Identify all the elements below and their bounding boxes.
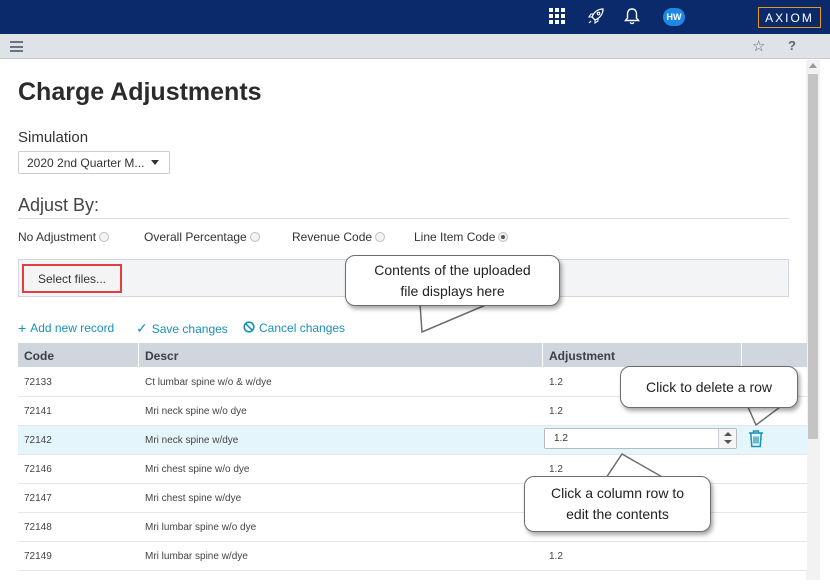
cell-descr: Mri chest spine w/o dye: [145, 464, 250, 475]
option-line-item-code[interactable]: Line Item Code: [414, 230, 509, 244]
cell-code: 72149: [24, 551, 52, 562]
cell-code: 72133: [24, 377, 52, 388]
cell-descr: Mri chest spine w/dye: [145, 493, 242, 504]
simulation-label: Simulation: [18, 129, 89, 146]
option-label: Line Item Code: [414, 230, 496, 244]
add-new-record-label: Add new record: [30, 321, 115, 335]
option-label: No Adjustment: [18, 230, 97, 244]
cell-descr: Mri neck spine w/o dye: [145, 406, 247, 417]
apps-grid-icon[interactable]: [546, 5, 568, 27]
cell-code: 72142: [24, 435, 52, 446]
numeric-spinner[interactable]: [718, 429, 736, 448]
toolbar: ☆ ?: [0, 34, 830, 59]
radio-button[interactable]: [375, 232, 386, 242]
scroll-up-arrow-icon[interactable]: [809, 63, 817, 68]
radio-button[interactable]: [99, 232, 110, 242]
add-new-record-button[interactable]: + Add new record: [18, 320, 114, 336]
option-label: Overall Percentage: [144, 230, 247, 244]
spin-down-icon[interactable]: [724, 440, 732, 444]
callout-upload-line1: Contents of the uploaded: [374, 262, 531, 278]
user-avatar[interactable]: HW: [663, 8, 685, 26]
cancel-icon: [243, 320, 255, 336]
cell-code: 72147: [24, 493, 52, 504]
select-files-button[interactable]: Select files...: [22, 264, 122, 293]
cell-adjustment[interactable]: 1.2: [549, 406, 563, 417]
callout-delete: Click to delete a row: [620, 366, 798, 408]
cell-code: 72141: [24, 406, 52, 417]
cell-descr: Mri lumbar spine w/dye: [145, 551, 248, 562]
option-revenue-code[interactable]: Revenue Code: [292, 230, 386, 244]
cell-code: 72148: [24, 522, 52, 533]
help-icon[interactable]: ?: [788, 38, 796, 53]
simulation-selected-value: 2020 2nd Quarter M...: [27, 156, 145, 170]
adjustment-edit-input[interactable]: 1.2: [544, 428, 737, 449]
save-changes-label: Save changes: [151, 321, 228, 336]
simulation-dropdown[interactable]: 2020 2nd Quarter M...: [18, 151, 170, 174]
cell-code: 72146: [24, 464, 52, 475]
bell-icon[interactable]: [621, 5, 643, 27]
page-title: Charge Adjustments: [18, 78, 262, 106]
plus-icon: +: [18, 320, 27, 336]
column-header-descr[interactable]: Descr: [145, 349, 178, 363]
dropdown-caret-icon: [151, 160, 159, 165]
star-icon[interactable]: ☆: [752, 37, 765, 55]
option-label: Revenue Code: [292, 230, 373, 244]
callout-upload-line2: file displays here: [400, 283, 505, 299]
cell-descr: Ct lumbar spine w/o & w/dye: [145, 377, 272, 388]
table-row[interactable]: 72149 Mri lumbar spine w/dye 1.2: [18, 542, 807, 571]
save-changes-button[interactable]: ✓ Save changes: [136, 320, 228, 337]
top-navigation-bar: HW AXIOM: [0, 0, 830, 34]
cell-descr: Mri lumbar spine w/o dye: [145, 522, 257, 533]
column-separator: [138, 343, 139, 367]
column-separator: [741, 343, 742, 367]
axiom-logo: AXIOM: [758, 7, 821, 28]
cell-descr: Mri neck spine w/dye: [145, 435, 239, 446]
divider: [18, 218, 789, 219]
callout-edit-line2: edit the contents: [566, 506, 669, 522]
radio-button-selected[interactable]: [498, 232, 509, 242]
option-no-adjustment[interactable]: No Adjustment: [18, 230, 110, 244]
checkmark-icon: ✓: [136, 320, 148, 336]
cancel-changes-button[interactable]: Cancel changes: [243, 320, 345, 336]
radio-button[interactable]: [249, 232, 260, 242]
cancel-changes-label: Cancel changes: [259, 321, 346, 335]
adjust-by-label: Adjust By:: [18, 195, 100, 215]
scrollbar-thumb[interactable]: [808, 74, 818, 439]
callout-edit-line1: Click a column row to: [550, 485, 685, 501]
cell-adjustment[interactable]: 1.2: [549, 464, 563, 475]
option-overall-percentage[interactable]: Overall Percentage: [144, 230, 260, 244]
callout-edit: Click a column row to edit the contents: [524, 476, 711, 532]
cell-adjustment[interactable]: 1.2: [549, 551, 563, 562]
adjustment-edit-value: 1.2: [554, 433, 568, 444]
rocket-icon[interactable]: [585, 5, 607, 27]
cell-adjustment[interactable]: 1.2: [549, 377, 563, 388]
hamburger-menu-icon[interactable]: [10, 41, 23, 52]
spin-up-icon[interactable]: [724, 432, 732, 436]
callout-upload: Contents of the uploaded file displays h…: [345, 255, 560, 306]
column-header-code[interactable]: Code: [24, 349, 54, 363]
